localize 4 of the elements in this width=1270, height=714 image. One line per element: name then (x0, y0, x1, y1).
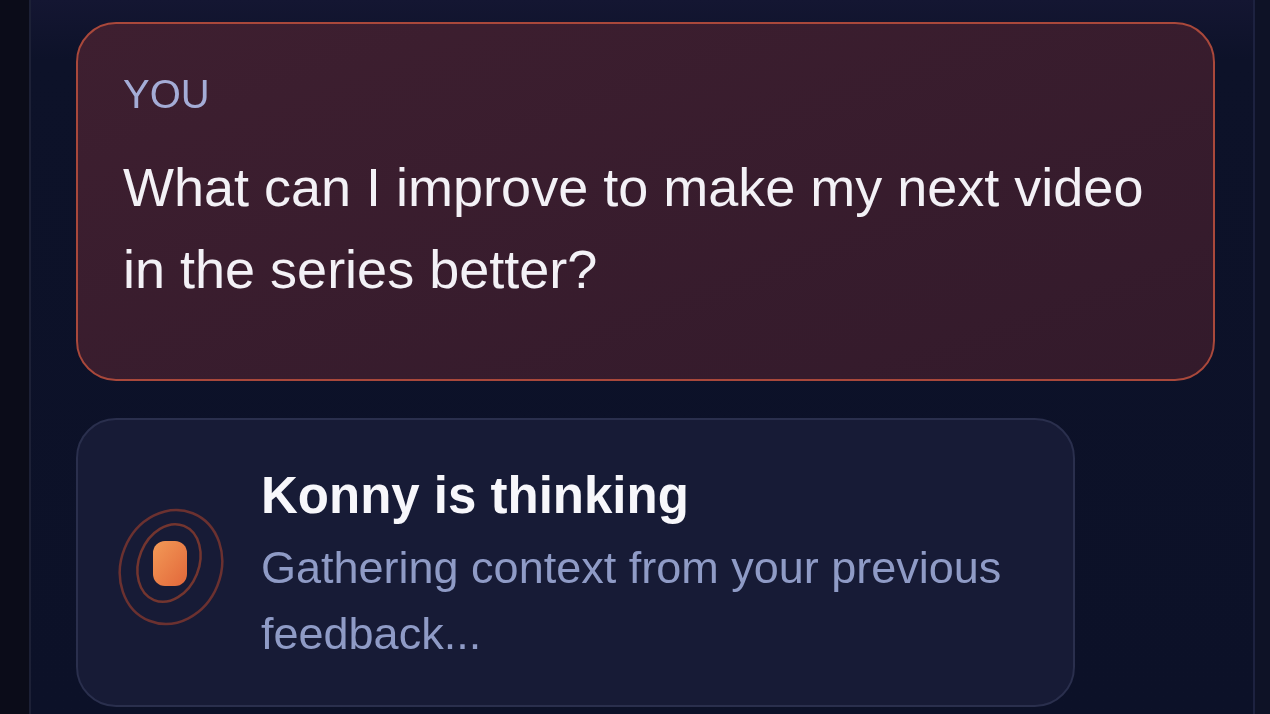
message-text: What can I improve to make my next video in the series better? (123, 156, 1145, 301)
sender-label: YOU (123, 71, 211, 118)
status-title: Konny is thinking (261, 466, 690, 526)
status-detail: Gathering context from your previous feedback... (261, 541, 1003, 661)
